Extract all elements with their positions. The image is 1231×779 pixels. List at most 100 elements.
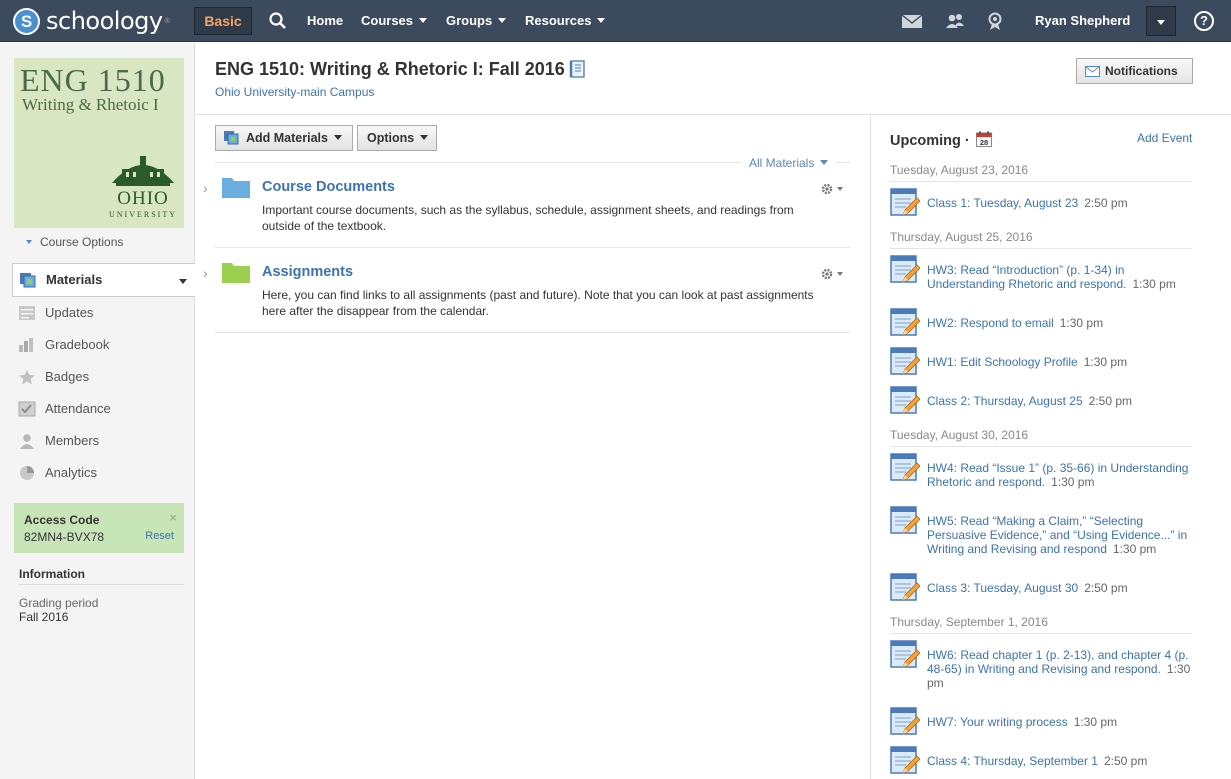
analytics-icon (20, 466, 34, 480)
course-picture: ENG 1510 Writing & Rhetoic I OHIO UNIVER… (14, 58, 184, 228)
folder-row[interactable]: › Assignments Here, you can find links t… (203, 248, 850, 333)
upcoming-date-header: Thursday, September 1, 2016 (890, 615, 1192, 634)
assignment-icon (890, 188, 920, 216)
course-picture-name: Writing & Rhetoic I (22, 95, 159, 114)
sidebar-item-badges[interactable]: Badges (12, 361, 195, 393)
nav-groups-label: Groups (446, 13, 493, 28)
notifications-icon[interactable] (984, 11, 1006, 31)
gear-icon[interactable] (820, 182, 844, 196)
connections-icon[interactable] (944, 11, 966, 31)
upcoming-event-time: 1:30 pm (1051, 475, 1095, 489)
upcoming-event-title[interactable]: HW6: Read chapter 1 (p. 2-13), and chapt… (927, 648, 1188, 676)
university-seal-icon (112, 156, 174, 186)
logo-mark: S (13, 7, 40, 35)
sidebar-item-gradebook[interactable]: Gradebook (12, 329, 195, 361)
access-code-reset-link[interactable]: Reset (145, 530, 174, 542)
logo-text: schoology (46, 7, 163, 35)
mail-icon[interactable] (901, 11, 923, 31)
sidebar-item-materials[interactable]: Materials (12, 263, 195, 297)
nav-courses[interactable]: Courses (361, 13, 428, 28)
notifications-button[interactable]: Notifications (1076, 58, 1193, 84)
upcoming-event-time: 1:30 pm (1132, 277, 1176, 291)
gradebook-icon (19, 338, 33, 352)
left-sidebar: ENG 1510 Writing & Rhetoic I OHIO UNIVER… (0, 43, 195, 779)
add-event-link[interactable]: Add Event (1137, 131, 1192, 145)
course-campus-link[interactable]: Ohio University-main Campus (215, 85, 374, 99)
upcoming-heading: Upcoming · 28 (890, 131, 992, 149)
sidebar-item-members[interactable]: Members (12, 425, 195, 457)
sidebar-item-analytics[interactable]: Analytics (12, 457, 195, 489)
add-materials-button[interactable]: Add Materials (215, 125, 353, 151)
chevron-right-icon[interactable]: › (203, 265, 208, 281)
options-label: Options (367, 131, 415, 145)
notifications-button-label: Notifications (1105, 64, 1178, 78)
chevron-down-icon (420, 135, 429, 140)
grading-period-label: Grading period (19, 596, 99, 610)
upcoming-event-time: 2:50 pm (1084, 581, 1128, 595)
sidebar-item-attendance[interactable]: Attendance (12, 393, 195, 425)
upcoming-event-time: 1:30 pm (1083, 355, 1128, 369)
assignment-icon (890, 347, 920, 375)
close-icon[interactable]: × (169, 510, 177, 525)
top-navigation-bar: S schoology ® Basic Home Courses Groups … (0, 0, 1231, 42)
upcoming-event-time: 2:50 pm (1088, 394, 1133, 408)
header-divider (195, 114, 1231, 115)
upcoming-event-title[interactable]: Class 1: Tuesday, August 23 (927, 196, 1078, 210)
user-name[interactable]: Ryan Shepherd (1035, 13, 1130, 28)
sidebar-item-updates[interactable]: Updates (12, 297, 195, 329)
chevron-down-icon (419, 18, 428, 23)
access-code-value: 82MN4-BVX78 (24, 530, 105, 544)
access-code-title: Access Code (24, 513, 100, 527)
course-menu: Materials Updates Gradebook Badges Atten… (12, 263, 195, 489)
calendar-day: 28 (980, 138, 988, 147)
nav-home[interactable]: Home (307, 13, 343, 28)
upcoming-event-title[interactable]: HW1: Edit Schoology Profile (927, 355, 1078, 369)
nav-courses-label: Courses (361, 13, 414, 28)
chevron-right-icon[interactable]: › (203, 180, 208, 196)
nav-groups[interactable]: Groups (446, 13, 507, 28)
upcoming-event-title[interactable]: Class 4: Thursday, September 1 (927, 754, 1098, 768)
schoology-logo[interactable]: S schoology ® (13, 7, 170, 35)
folder-description: Here, you can find links to all assignme… (262, 288, 814, 318)
upcoming-event-title[interactable]: HW2: Respond to email (927, 316, 1054, 330)
calendar-icon[interactable]: 28 (975, 131, 992, 147)
upcoming-event-title[interactable]: HW3: Read “Introduction” (p. 1-34) in Un… (927, 263, 1126, 291)
upcoming-event-title[interactable]: HW7: Your writing process (927, 715, 1068, 729)
upcoming-event-time: 2:50 pm (1103, 754, 1148, 768)
search-icon[interactable] (268, 11, 288, 31)
course-options-label: Course Options (40, 235, 124, 249)
nav-resources[interactable]: Resources (525, 13, 606, 28)
upcoming-event-title[interactable]: Class 3: Tuesday, August 30 (927, 581, 1078, 595)
course-options-toggle[interactable]: Course Options (26, 235, 123, 249)
chevron-down-icon (498, 18, 507, 23)
upcoming-event-title[interactable]: Class 2: Thursday, August 25 (927, 394, 1083, 408)
column-divider (870, 114, 871, 779)
assignment-icon (890, 573, 920, 601)
options-button[interactable]: Options (357, 125, 437, 151)
folder-body (222, 263, 250, 283)
upcoming-event-time: 1:30 pm (1073, 715, 1118, 729)
folder-row[interactable]: › Course Documents Important course docu… (203, 163, 850, 248)
gear-icon[interactable] (820, 267, 844, 281)
sidebar-item-label: Materials (46, 272, 103, 287)
course-title-text: ENG 1510: Writing & Rhetoric I: Fall 201… (215, 59, 565, 79)
course-picture-code: ENG 1510 (20, 62, 166, 98)
assignment-icon (890, 386, 920, 414)
sidebar-item-label: Updates (45, 305, 94, 320)
folder-title[interactable]: Assignments (262, 264, 353, 280)
basic-button[interactable]: Basic (194, 7, 252, 35)
grading-period-value: Fall 2016 (19, 610, 69, 624)
assignment-icon (890, 255, 920, 283)
sidebar-item-label: Members (45, 433, 100, 448)
assignment-icon (890, 707, 920, 735)
help-icon[interactable]: ? (1194, 11, 1214, 31)
chevron-down-icon (597, 18, 606, 23)
upcoming-title-text: Upcoming · (890, 133, 970, 149)
user-menu-dropdown[interactable] (1146, 6, 1176, 36)
access-code-box: Access Code × 82MN4-BVX78 Reset (14, 503, 184, 553)
sidebar-item-label: Attendance (45, 401, 111, 416)
folder-title[interactable]: Course Documents (262, 179, 395, 195)
course-picture-ohio: OHIO (117, 188, 169, 209)
chevron-down-icon (1157, 20, 1165, 25)
course-book-icon[interactable] (569, 60, 585, 78)
